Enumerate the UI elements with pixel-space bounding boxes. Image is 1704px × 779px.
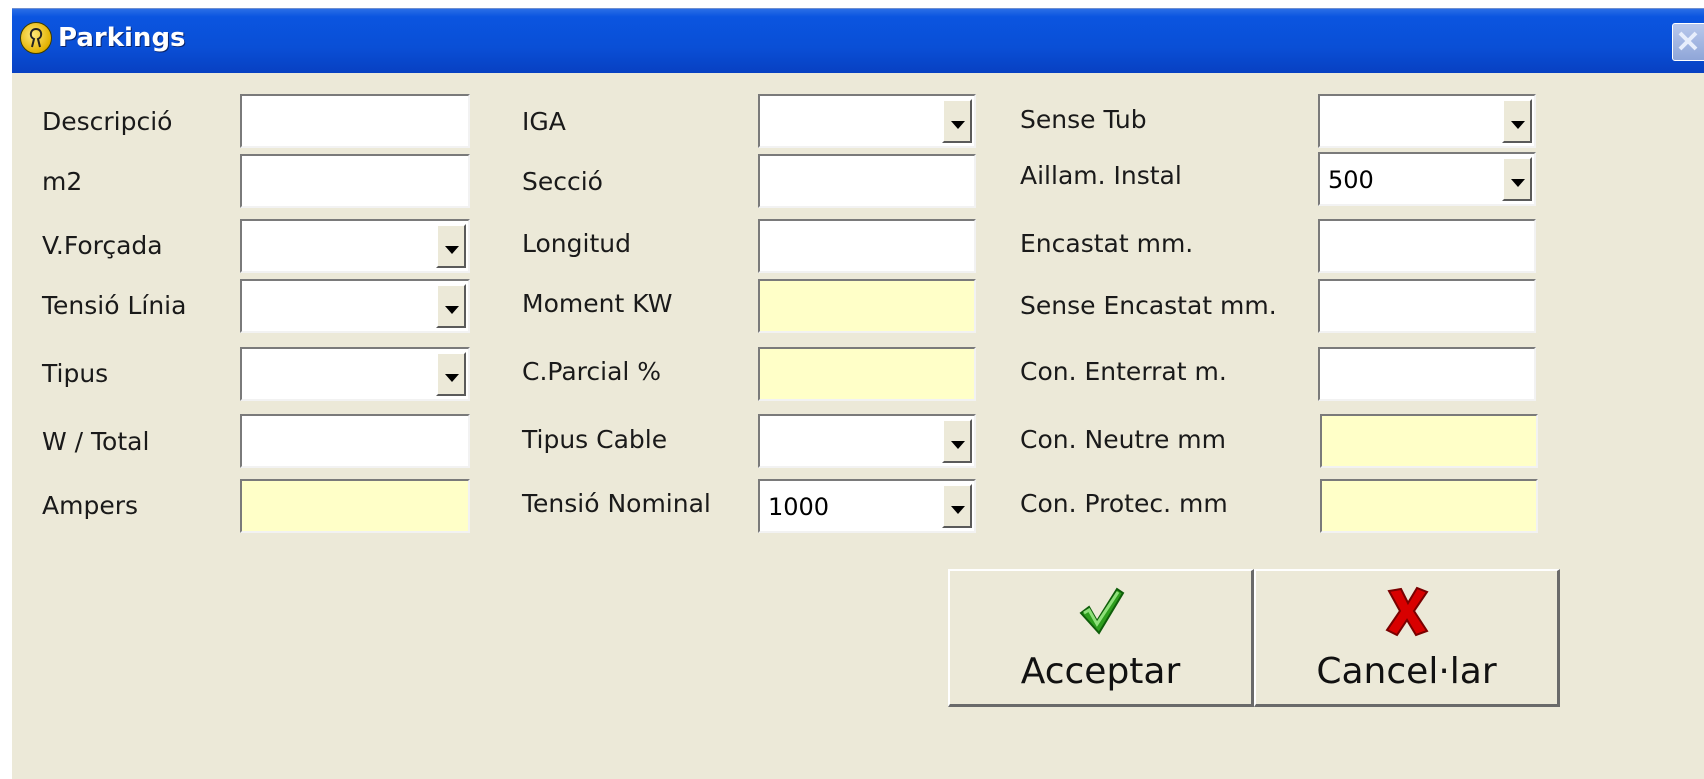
- tipus-cable-select[interactable]: [758, 414, 976, 468]
- cancel-button[interactable]: Cancel·lar: [1254, 569, 1560, 707]
- chevron-down-icon[interactable]: [942, 484, 972, 528]
- accept-button[interactable]: Acceptar: [948, 569, 1254, 707]
- window-title: Parkings: [58, 23, 186, 53]
- tipus-cable-label: Tipus Cable: [522, 425, 668, 454]
- ampers-field: [240, 479, 470, 533]
- sense-tub-label: Sense Tub: [1020, 105, 1147, 134]
- w-total-input[interactable]: [240, 414, 470, 468]
- tipus-select[interactable]: [240, 347, 470, 401]
- tensio-nominal-select[interactable]: 1000: [758, 479, 976, 533]
- accept-label: Acceptar: [1020, 651, 1181, 692]
- tensio-linia-label: Tensió Línia: [42, 291, 187, 320]
- iga-select[interactable]: [758, 94, 976, 148]
- iga-label: IGA: [522, 107, 566, 136]
- m2-label: m2: [42, 167, 83, 196]
- moment-kw-field: [758, 279, 976, 333]
- w-total-label: W / Total: [42, 427, 150, 456]
- longitud-input[interactable]: [758, 219, 976, 273]
- c-parcial-label: C.Parcial %: [522, 357, 662, 386]
- chevron-down-icon[interactable]: [942, 419, 972, 463]
- sense-encastat-label: Sense Encastat mm.: [1020, 291, 1277, 320]
- chevron-down-icon[interactable]: [436, 284, 466, 328]
- moment-kw-label: Moment KW: [522, 289, 673, 318]
- close-button[interactable]: [1672, 23, 1704, 61]
- encastat-input[interactable]: [1318, 219, 1536, 273]
- aillam-instal-select[interactable]: 500: [1318, 152, 1536, 206]
- cross-icon: [1385, 586, 1429, 637]
- parkings-dialog: Parkings Descripció m2 V.Forçada Tensió …: [12, 8, 1704, 779]
- aillam-instal-label: Aillam. Instal: [1020, 161, 1182, 190]
- cancel-label: Cancel·lar: [1316, 651, 1497, 692]
- close-icon: [1678, 31, 1698, 51]
- chevron-down-icon[interactable]: [436, 224, 466, 268]
- chevron-down-icon[interactable]: [942, 99, 972, 143]
- con-enterrat-label: Con. Enterrat m.: [1020, 357, 1227, 386]
- longitud-label: Longitud: [522, 229, 631, 258]
- chevron-down-icon[interactable]: [436, 352, 466, 396]
- v-forcada-label: V.Forçada: [42, 231, 163, 260]
- seccio-label: Secció: [522, 167, 603, 196]
- con-protec-label: Con. Protec. mm: [1020, 489, 1228, 518]
- tensio-nominal-value: 1000: [768, 493, 830, 521]
- v-forcada-select[interactable]: [240, 219, 470, 273]
- chevron-down-icon[interactable]: [1502, 157, 1532, 201]
- checkmark-icon: [1079, 587, 1124, 635]
- ampers-label: Ampers: [42, 491, 139, 520]
- m2-input[interactable]: [240, 154, 470, 208]
- descripcio-label: Descripció: [42, 107, 173, 136]
- con-neutre-field: [1320, 414, 1538, 468]
- aillam-instal-value: 500: [1328, 166, 1374, 194]
- app-logo-icon: [20, 22, 52, 54]
- sense-encastat-input[interactable]: [1318, 279, 1536, 333]
- chevron-down-icon[interactable]: [1502, 99, 1532, 143]
- tensio-nominal-label: Tensió Nominal: [522, 489, 711, 518]
- con-protec-field: [1320, 479, 1538, 533]
- c-parcial-field: [758, 347, 976, 401]
- title-bar[interactable]: Parkings: [12, 9, 1704, 73]
- seccio-input[interactable]: [758, 154, 976, 208]
- con-enterrat-input[interactable]: [1318, 347, 1536, 401]
- sense-tub-select[interactable]: [1318, 94, 1536, 148]
- encastat-label: Encastat mm.: [1020, 229, 1194, 258]
- tipus-label: Tipus: [42, 359, 109, 388]
- con-neutre-label: Con. Neutre mm: [1020, 425, 1226, 454]
- descripcio-input[interactable]: [240, 94, 470, 148]
- tensio-linia-select[interactable]: [240, 279, 470, 333]
